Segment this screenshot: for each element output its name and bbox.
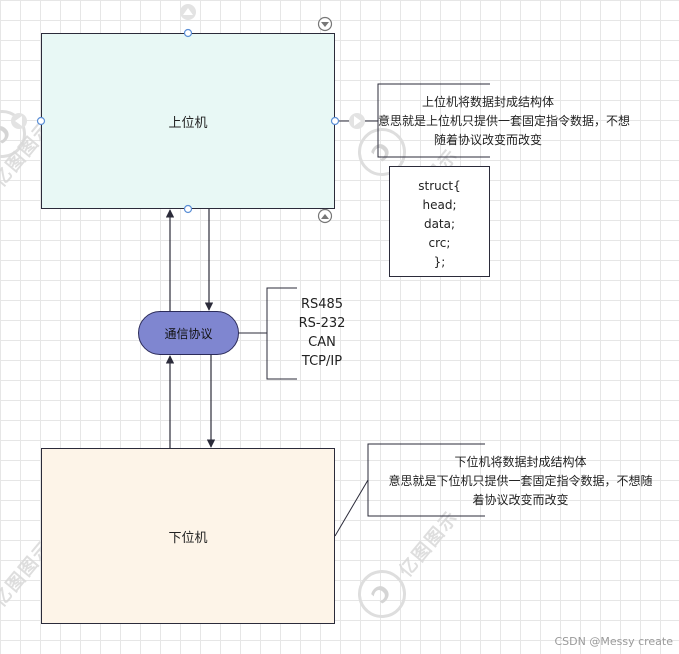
protocol-item: RS485 bbox=[300, 297, 344, 312]
resize-handle-top bbox=[183, 28, 193, 38]
resize-handle-right bbox=[330, 116, 340, 126]
lower-note-connector bbox=[334, 479, 369, 537]
lower-note-line: 意思就是下位机只提供一套固定指令数据，不想随 bbox=[388, 474, 653, 488]
upper-note: 上位机将数据封成结构体 意思就是上位机只提供一套固定指令数据，不想 随着协议改变… bbox=[378, 93, 631, 150]
struct-line: data; bbox=[423, 217, 456, 231]
csdn-credit: CSDN @Messy create bbox=[554, 635, 673, 648]
struct-line: }; bbox=[433, 255, 446, 269]
protocol-list: RS485 RS-232 CAN TCP/IP bbox=[282, 295, 362, 371]
lower-note: 下位机将数据封成结构体 意思就是下位机只提供一套固定指令数据，不想随 着协议改变… bbox=[368, 453, 673, 510]
quick-add-left-icon bbox=[11, 113, 27, 129]
upper-note-line: 随着协议改变而改变 bbox=[433, 133, 542, 147]
resize-handle-left bbox=[36, 116, 46, 126]
protocol-item: RS-232 bbox=[298, 316, 346, 331]
struct-line: head; bbox=[422, 198, 457, 212]
quick-add-right-icon bbox=[349, 113, 365, 129]
struct-line: struct{ bbox=[418, 179, 461, 193]
lower-note-line: 下位机将数据封成结构体 bbox=[454, 455, 587, 469]
dropdown-top-right-icon bbox=[317, 16, 333, 32]
upper-note-line: 意思就是上位机只提供一套固定指令数据，不想 bbox=[378, 114, 631, 128]
quick-add-up-icon bbox=[180, 4, 196, 20]
collapse-bottom-right-icon bbox=[317, 208, 333, 224]
upper-note-line: 上位机将数据封成结构体 bbox=[421, 95, 554, 109]
struct-line: crc; bbox=[428, 236, 451, 250]
protocol-item: TCP/IP bbox=[301, 354, 343, 369]
resize-handle-bottom bbox=[183, 204, 193, 214]
lower-note-line: 着协议改变而改变 bbox=[472, 493, 569, 507]
struct-box[interactable]: struct{ head; data; crc; }; bbox=[389, 166, 490, 277]
protocol-item: CAN bbox=[308, 335, 336, 350]
